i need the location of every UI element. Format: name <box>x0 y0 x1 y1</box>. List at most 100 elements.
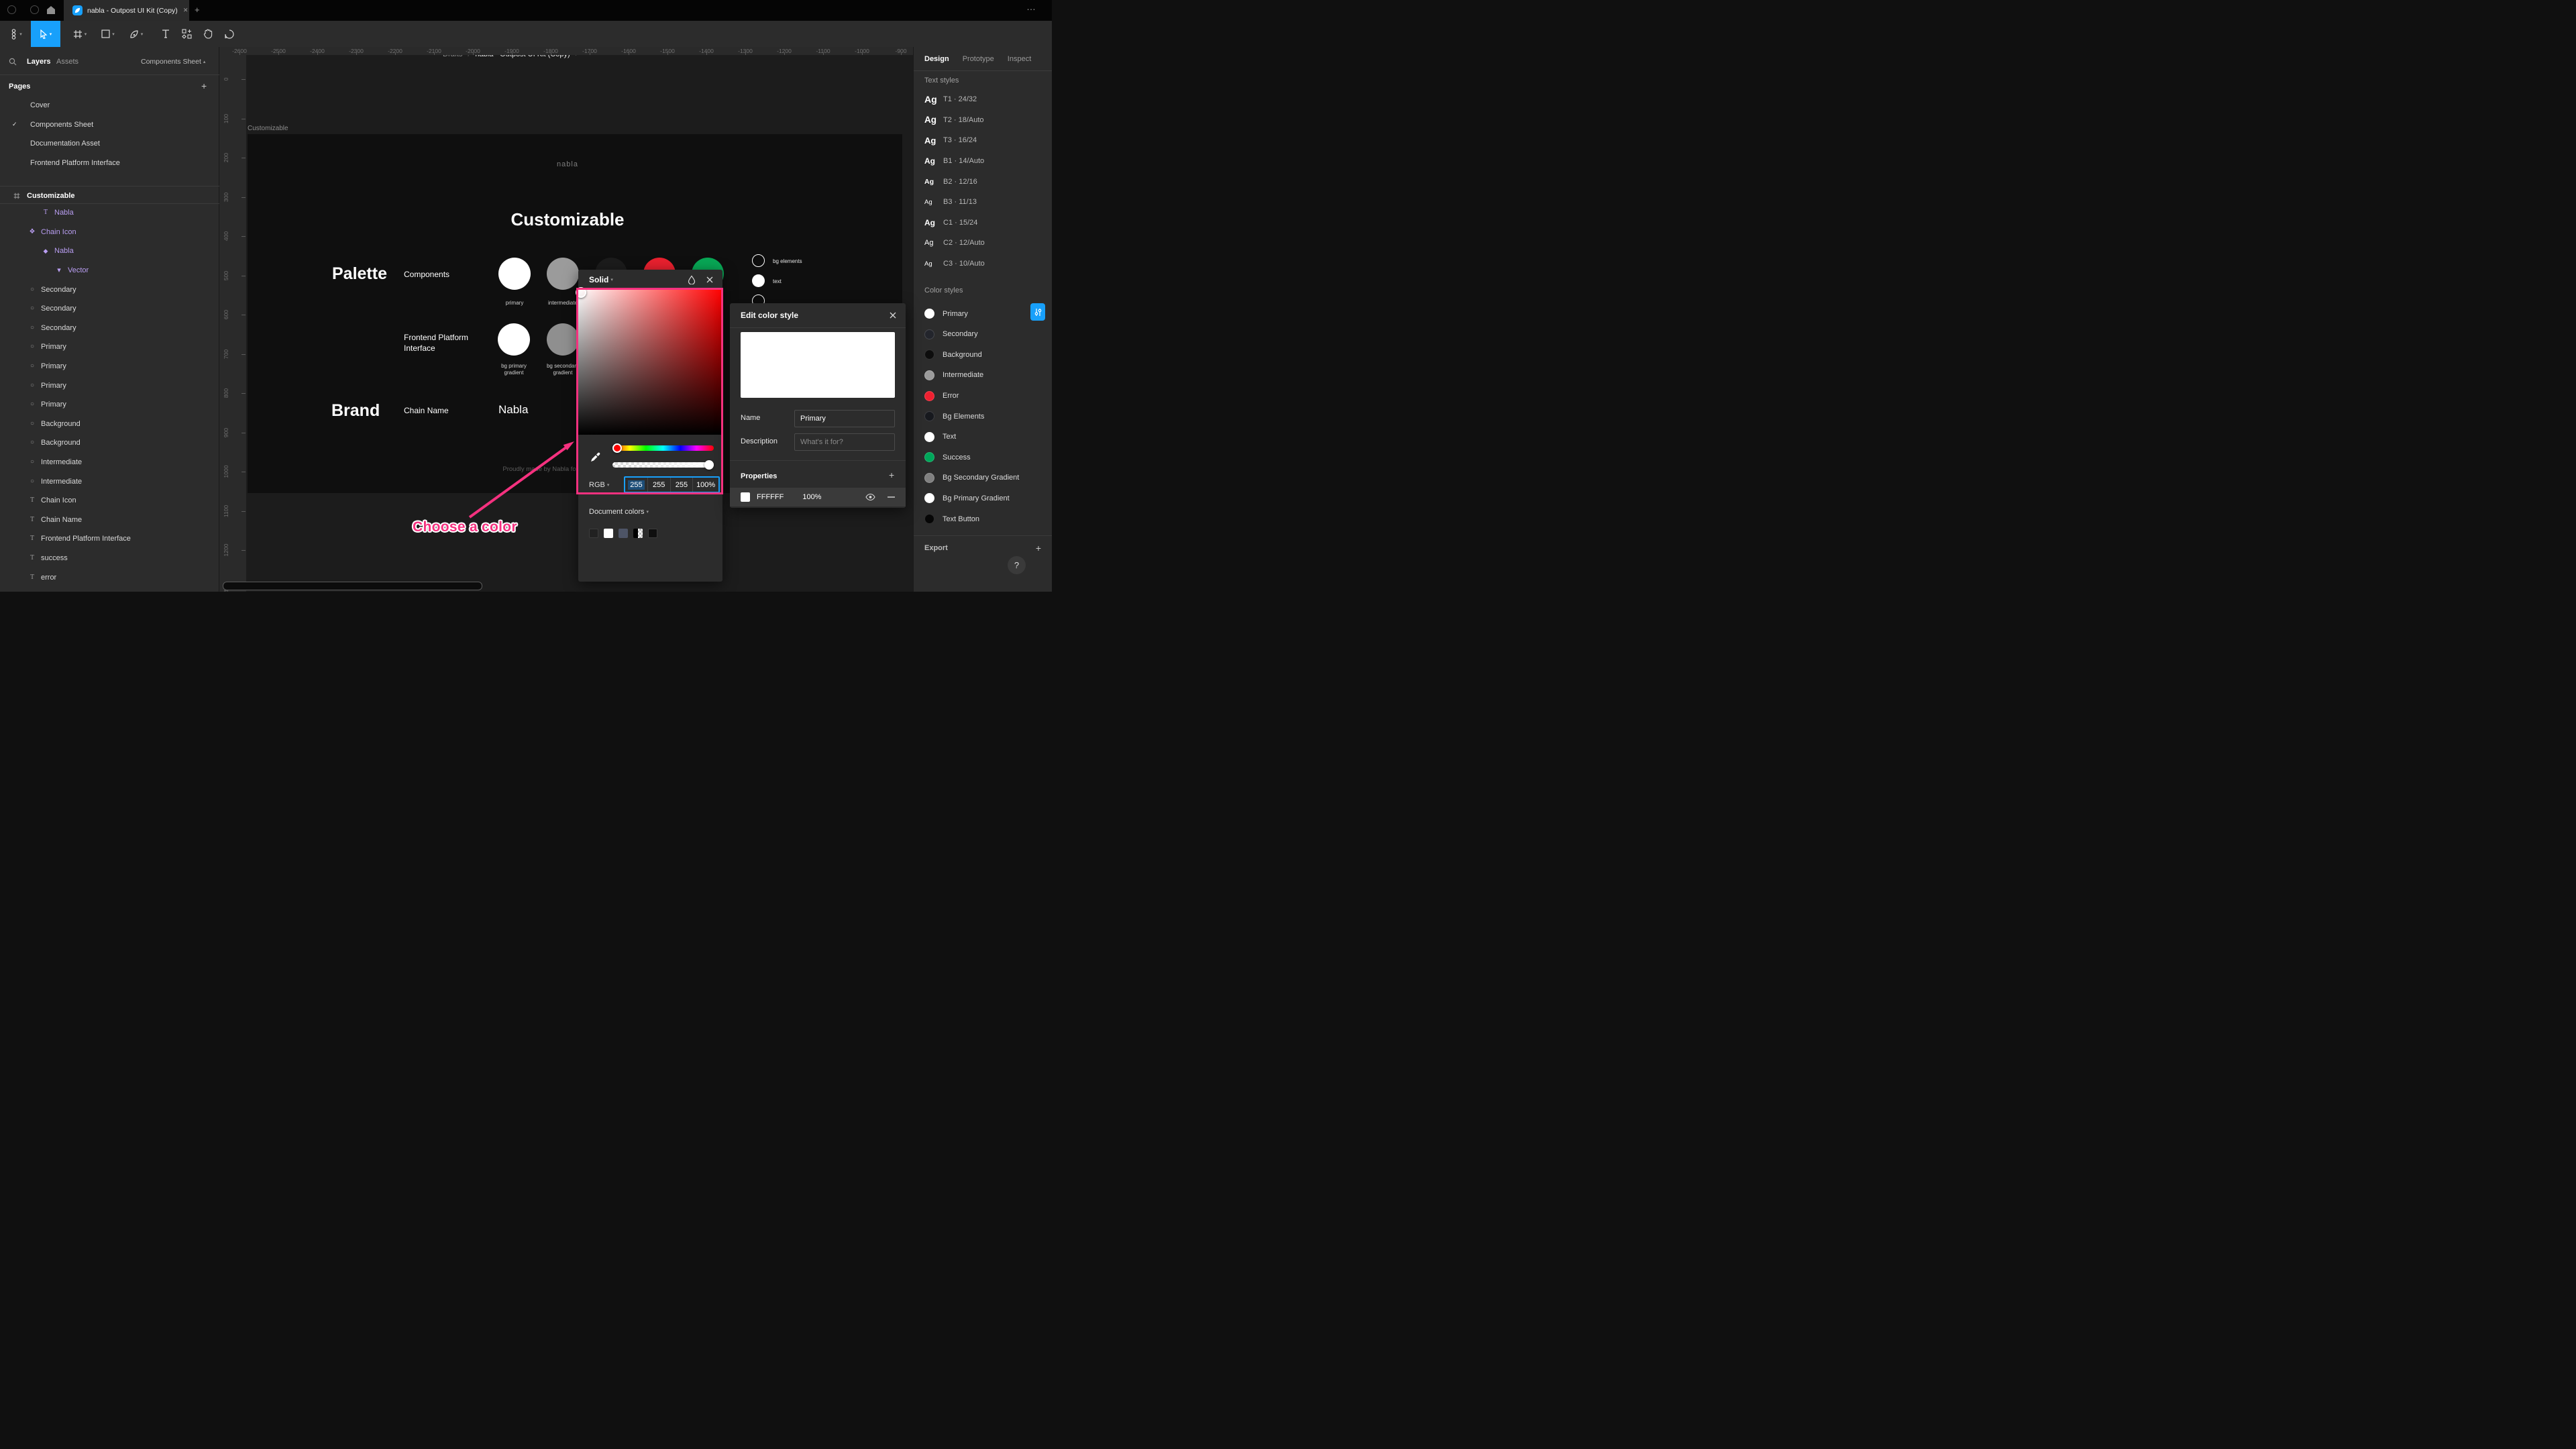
tab-inspect[interactable]: Inspect <box>1008 55 1031 63</box>
tab-assets[interactable]: Assets <box>56 58 78 66</box>
hex-value[interactable]: FFFFFF <box>757 493 784 501</box>
layer-row[interactable]: Background <box>0 433 219 453</box>
opacity-value[interactable]: 100% <box>802 493 821 501</box>
page-row[interactable]: Frontend Platform Interface <box>0 154 219 173</box>
add-page-icon[interactable]: + <box>201 80 207 91</box>
swatch-bg-primary-gradient[interactable] <box>498 323 530 356</box>
layer-row[interactable]: Secondary <box>0 280 219 299</box>
palette-swatch-intermediate[interactable] <box>547 258 579 290</box>
file-tab[interactable]: nabla - Outpost UI Kit (Copy) ✕ <box>64 0 189 21</box>
color-style-row[interactable]: Bg Primary Gradient <box>914 488 1052 509</box>
page-row[interactable]: ✓ Components Sheet <box>0 115 219 135</box>
layer-row[interactable]: Frontend Platform Interface <box>0 529 219 549</box>
search-icon[interactable] <box>9 58 17 66</box>
close-icon[interactable] <box>890 312 896 319</box>
text-style-row[interactable]: Ag C3 · 10/Auto <box>914 254 1052 274</box>
layer-row[interactable]: Nabla <box>0 241 219 261</box>
tab-design[interactable]: Design <box>924 55 949 63</box>
color-style-row[interactable]: Background <box>914 345 1052 366</box>
layer-row[interactable]: Chain Icon <box>0 491 219 511</box>
layer-row[interactable]: Primary <box>0 395 219 415</box>
new-tab-icon[interactable]: + <box>195 5 200 15</box>
overflow-menu-icon[interactable]: … <box>1026 1 1036 12</box>
comment-tool-button[interactable] <box>219 21 240 47</box>
page-selector[interactable]: Components Sheet ▴ <box>141 58 205 66</box>
root-layer-row[interactable]: Customizable <box>0 186 219 205</box>
help-button[interactable]: ? <box>1008 556 1026 574</box>
home-icon[interactable] <box>45 4 57 16</box>
text-style-row[interactable]: Ag B1 · 14/Auto <box>914 151 1052 172</box>
swatch-bg-secondary-gradient[interactable] <box>547 323 579 356</box>
description-input[interactable] <box>794 433 895 451</box>
visibility-eye-icon[interactable] <box>865 494 875 500</box>
document-color-swatch[interactable] <box>648 529 657 538</box>
tab-layers[interactable]: Layers <box>27 58 50 66</box>
text-style-row[interactable]: Ag T2 · 18/Auto <box>914 110 1052 131</box>
color-style-row[interactable]: Bg Secondary Gradient <box>914 468 1052 488</box>
document-color-swatch[interactable] <box>619 529 628 538</box>
layer-label: Primary <box>41 362 66 371</box>
blend-mode-select[interactable]: Solid <box>589 275 608 284</box>
horizontal-scrollbar[interactable] <box>223 582 482 590</box>
color-style-row[interactable]: Bg Elements <box>914 406 1052 427</box>
layer-row[interactable]: Background <box>0 415 219 434</box>
window-control-icon[interactable] <box>30 5 39 14</box>
window-control-icon[interactable] <box>7 5 16 14</box>
blend-icon[interactable] <box>688 275 696 284</box>
text-style-row[interactable]: Ag B3 · 11/13 <box>914 192 1052 213</box>
color-style-row[interactable]: Success <box>914 447 1052 468</box>
main-menu-button[interactable]: ▾ <box>4 21 28 47</box>
color-style-row[interactable]: Text <box>914 427 1052 447</box>
layer-row[interactable]: Intermediate <box>0 453 219 472</box>
document-color-swatch[interactable] <box>633 529 643 538</box>
layer-row[interactable]: Secondary <box>0 319 219 338</box>
text-style-row[interactable]: Ag C1 · 15/24 <box>914 213 1052 233</box>
frame-tool-button[interactable]: ▾ <box>67 21 93 47</box>
property-row[interactable]: FFFFFF 100% <box>730 488 906 506</box>
style-options-button[interactable] <box>1030 303 1045 321</box>
mini-swatch-bg-elements[interactable] <box>752 254 765 267</box>
add-property-icon[interactable]: + <box>889 470 894 480</box>
document-color-swatch[interactable] <box>604 529 613 538</box>
close-icon[interactable] <box>706 276 713 283</box>
name-input[interactable] <box>794 410 895 427</box>
layer-row[interactable]: Primary <box>0 357 219 376</box>
layer-row[interactable]: Intermediate <box>0 472 219 491</box>
mini-swatch-text[interactable] <box>752 274 765 287</box>
layer-row[interactable]: Chain Name <box>0 511 219 530</box>
page-row[interactable]: Documentation Asset <box>0 134 219 154</box>
document-colors-toggle[interactable]: Document colors ▾ <box>589 508 649 516</box>
text-style-row[interactable]: Ag B2 · 12/16 <box>914 171 1052 192</box>
layer-row[interactable]: error <box>0 568 219 587</box>
text-tool-button[interactable] <box>156 21 176 47</box>
pen-tool-button[interactable]: ▾ <box>123 21 149 47</box>
layer-row[interactable]: success <box>0 549 219 568</box>
color-style-row[interactable]: Intermediate <box>914 365 1052 386</box>
shape-tool-button[interactable]: ▾ <box>95 21 121 47</box>
document-color-swatch[interactable] <box>589 529 598 538</box>
page-row[interactable]: Cover <box>0 96 219 115</box>
document-colors-label: Document colors <box>589 508 645 516</box>
layer-row[interactable]: Chain Icon <box>0 223 219 242</box>
add-export-icon[interactable]: + <box>1036 543 1041 553</box>
tab-prototype[interactable]: Prototype <box>963 55 994 63</box>
layer-row[interactable]: Primary <box>0 337 219 357</box>
component-tool-button[interactable] <box>176 21 197 47</box>
layer-row[interactable]: Nabla <box>0 203 219 223</box>
color-style-row[interactable]: Text Button <box>914 508 1052 529</box>
color-style-row[interactable]: Error <box>914 386 1052 407</box>
close-tab-icon[interactable]: ✕ <box>183 7 189 14</box>
layer-row[interactable]: Vector <box>0 261 219 280</box>
text-style-row[interactable]: Ag T3 · 16/24 <box>914 130 1052 151</box>
palette-swatch-primary[interactable] <box>498 258 531 290</box>
layer-row[interactable]: Primary <box>0 376 219 395</box>
move-tool-button[interactable]: ▾ <box>31 21 60 47</box>
frame-label[interactable]: Customizable <box>248 125 288 132</box>
text-style-row[interactable]: Ag T1 · 24/32 <box>914 89 1052 110</box>
layer-row[interactable]: Secondary <box>0 299 219 319</box>
hand-tool-button[interactable] <box>197 21 219 47</box>
text-style-row[interactable]: Ag C2 · 12/Auto <box>914 233 1052 254</box>
color-style-row[interactable]: Secondary <box>914 324 1052 345</box>
property-color-swatch[interactable] <box>741 492 750 502</box>
remove-property-icon[interactable] <box>888 496 895 498</box>
